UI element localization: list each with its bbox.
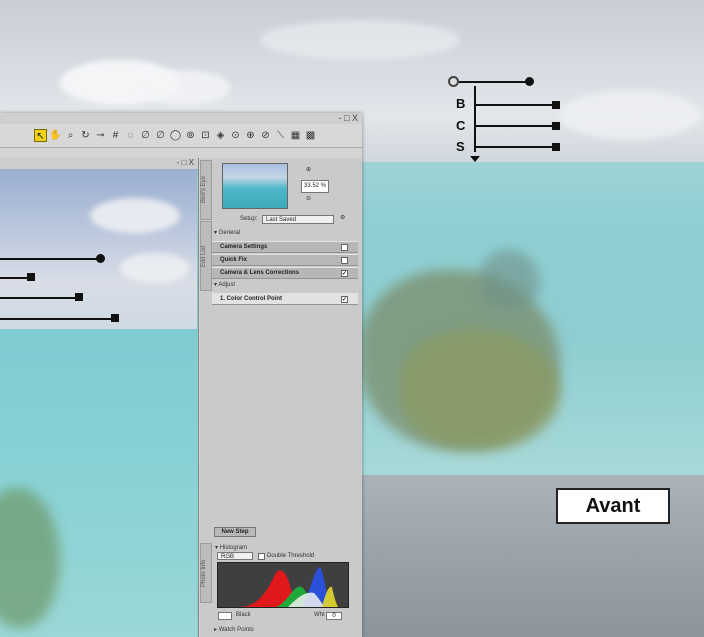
- zoom-icon[interactable]: ⌕: [64, 129, 77, 142]
- new-step-button[interactable]: New Step: [214, 527, 256, 537]
- saturation-label: S: [456, 139, 465, 154]
- brightness-label: B: [456, 96, 466, 111]
- size-slider-handle[interactable]: [525, 77, 534, 86]
- color-control-point-row[interactable]: 1. Color Control Point ✓: [212, 293, 358, 305]
- neutral-point-icon[interactable]: ∅: [154, 129, 167, 142]
- brightness-slider-line: [475, 104, 555, 106]
- brightness-slider-line: [0, 277, 30, 279]
- color-control-point-label: 1. Color Control Point: [220, 296, 282, 302]
- add-point-icon[interactable]: ⊕: [244, 129, 257, 142]
- before-label: Avant: [556, 488, 670, 524]
- zoom-out-icon[interactable]: ⊖: [306, 195, 311, 202]
- reef-shape: [480, 250, 540, 310]
- saturation-slider-line: [0, 318, 115, 320]
- eraser-icon[interactable]: ◈: [214, 129, 227, 142]
- red-eye-icon[interactable]: ◌: [124, 129, 137, 142]
- brightness-slider-handle[interactable]: [552, 101, 560, 109]
- selection-icon[interactable]: ⊡: [199, 129, 212, 142]
- saturation-slider-line: [475, 146, 555, 148]
- quick-fix-row[interactable]: Quick Fix: [212, 254, 358, 266]
- control-point-widget[interactable]: B C S: [448, 76, 568, 166]
- cloud: [120, 253, 190, 283]
- cloud: [560, 90, 700, 140]
- hand-icon[interactable]: ✋: [49, 129, 62, 142]
- control-point-icon[interactable]: ⊙: [229, 129, 242, 142]
- watch-points-header[interactable]: ▸ Watch Points: [214, 626, 254, 633]
- setup-value: Last Saved: [266, 217, 297, 223]
- histogram-title[interactable]: ▾ Histogram: [215, 544, 247, 551]
- quick-fix-checkbox[interactable]: [341, 257, 348, 264]
- camera-settings-checkbox[interactable]: [341, 244, 348, 251]
- setup-label: Setup:: [240, 216, 258, 222]
- size-slider-handle[interactable]: [96, 254, 105, 263]
- birds-eye-thumbnail[interactable]: [222, 163, 288, 209]
- black-label: Black: [236, 612, 251, 618]
- photo-info-tab[interactable]: Photo Info: [200, 543, 212, 603]
- cloud: [260, 20, 460, 60]
- setup-dropdown[interactable]: Last Saved: [262, 215, 334, 224]
- histogram-svg: [238, 567, 338, 607]
- expand-arrow-icon[interactable]: [470, 156, 480, 162]
- channel-dropdown[interactable]: RGB: [217, 552, 253, 560]
- double-threshold-checkbox[interactable]: [258, 553, 265, 560]
- size-slider-line: [459, 81, 529, 83]
- camera-settings-row[interactable]: Camera Settings: [212, 241, 358, 253]
- camera-lens-corrections-row[interactable]: Camera & Lens Corrections ✓: [212, 267, 358, 279]
- crop-icon[interactable]: #: [109, 129, 122, 142]
- histogram-title-label: Histogram: [219, 545, 248, 551]
- zoom-in-icon[interactable]: ⊕: [306, 166, 311, 173]
- camera-settings-label: Camera Settings: [220, 244, 268, 250]
- window-controls[interactable]: - □ X: [339, 113, 358, 123]
- contrast-slider-line: [475, 125, 555, 127]
- contrast-slider-line: [0, 297, 78, 299]
- camera-lens-corrections-label: Camera & Lens Corrections: [220, 270, 300, 276]
- quick-fix-label: Quick Fix: [220, 257, 248, 263]
- histogram-graph: [217, 562, 349, 608]
- fill-icon[interactable]: ▩: [304, 129, 317, 142]
- rotate-icon[interactable]: ↻: [79, 129, 92, 142]
- saturation-slider-handle[interactable]: [111, 314, 119, 322]
- straighten-icon[interactable]: ⊸: [94, 129, 107, 142]
- image-sky: [0, 169, 197, 329]
- contrast-slider-handle[interactable]: [552, 122, 560, 130]
- camera-lens-corrections-checkbox[interactable]: ✓: [341, 270, 348, 277]
- reef-shape: [400, 330, 560, 450]
- cloud: [140, 70, 230, 105]
- zoom-level-field[interactable]: 33.52 %: [301, 180, 329, 193]
- birds-eye-tab[interactable]: Bird's Eye: [200, 160, 212, 220]
- black-point-icon[interactable]: ∅: [139, 129, 152, 142]
- slider-stem: [474, 86, 476, 152]
- line-icon[interactable]: ⟍: [274, 129, 287, 142]
- image-window-controls[interactable]: - □ X: [177, 158, 194, 167]
- white-value-field[interactable]: 0: [326, 612, 342, 620]
- channel-value: RGB: [221, 554, 235, 560]
- size-slider-line: [0, 258, 100, 260]
- watch-points-label: Watch Points: [218, 627, 254, 633]
- capture-nx-window: - □ X ↖ ✋ ⌕ ↻ ⊸ # ◌ ∅ ∅ ◯ ⊚ ⊡ ◈ ⊙ ⊕ ⊘ ⟍ …: [0, 113, 362, 637]
- adjust-section-header[interactable]: ▾ Adjust: [214, 281, 235, 288]
- general-label: General: [218, 230, 241, 236]
- saturation-slider-handle[interactable]: [552, 143, 560, 151]
- image-window[interactable]: - □ X: [0, 158, 199, 637]
- color-control-point-checkbox[interactable]: ✓: [341, 296, 348, 303]
- contrast-label: C: [456, 118, 466, 133]
- cloud: [90, 198, 180, 233]
- edit-list-tab[interactable]: Edit List: [200, 221, 212, 291]
- heal-icon[interactable]: ⊘: [259, 129, 272, 142]
- app-titlebar: - □ X: [0, 113, 362, 124]
- control-point-handle[interactable]: [448, 76, 459, 87]
- black-value-field[interactable]: [218, 612, 232, 620]
- settings-icon[interactable]: ⚙: [340, 214, 345, 221]
- direct-select-icon[interactable]: ↖: [34, 129, 47, 142]
- brush-icon[interactable]: ⊚: [184, 129, 197, 142]
- brightness-slider-handle[interactable]: [27, 273, 35, 281]
- toolbar: ↖ ✋ ⌕ ↻ ⊸ # ◌ ∅ ∅ ◯ ⊚ ⊡ ◈ ⊙ ⊕ ⊘ ⟍ ▦ ▩: [0, 124, 362, 148]
- contrast-slider-handle[interactable]: [75, 293, 83, 301]
- grid-icon[interactable]: ▦: [289, 129, 302, 142]
- white-label: Wht: [314, 612, 325, 618]
- adjust-label: Adjust: [218, 282, 236, 288]
- white-point-icon[interactable]: ◯: [169, 129, 182, 142]
- double-threshold-label: Double Threshold: [267, 553, 315, 559]
- general-section-header[interactable]: ▾ General: [214, 229, 240, 236]
